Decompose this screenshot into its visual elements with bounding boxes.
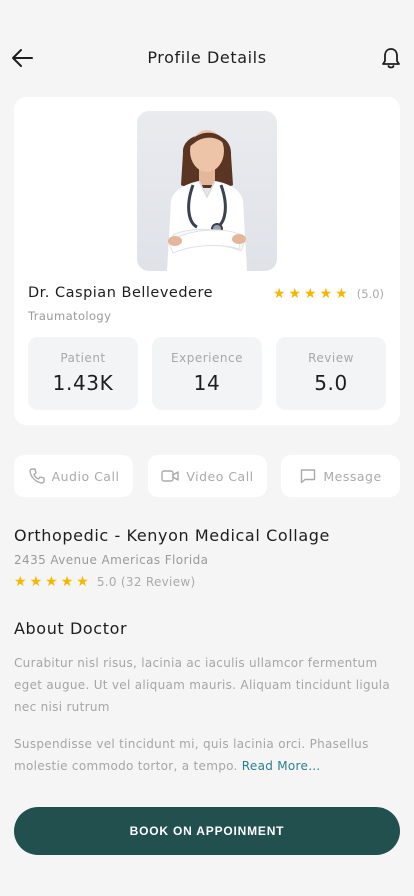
message-button[interactable]: Message	[281, 455, 400, 497]
message-icon	[301, 469, 316, 484]
stat-label: Patient	[60, 351, 106, 365]
doctor-rating: ★ ★ ★ ★ ★ (5.0)	[273, 287, 384, 301]
clinic-address: 2435 Avenue Americas Florida	[14, 553, 209, 567]
audio-call-button[interactable]: Audio Call	[14, 455, 133, 497]
stat-value: 5.0	[314, 371, 348, 395]
stat-label: Review	[308, 351, 354, 365]
star-icon: ★	[335, 286, 348, 302]
stat-patient: Patient 1.43K	[28, 337, 138, 410]
doctor-name: Dr. Caspian Bellevedere	[28, 285, 214, 301]
star-icon: ★	[14, 574, 27, 590]
header: Profile Details	[0, 38, 414, 78]
stat-value: 14	[193, 371, 221, 395]
star-icon: ★	[288, 286, 302, 302]
video-call-label: Video Call	[186, 468, 254, 484]
about-paragraph-1: Curabitur nisl risus, lacinia ac iaculis…	[14, 656, 391, 714]
read-more-link[interactable]: Read More…	[242, 759, 321, 773]
doctor-profile-card: Dr. Caspian Bellevedere Traumatology ★ ★…	[14, 97, 400, 425]
stat-review: Review 5.0	[276, 337, 386, 410]
book-appointment-button[interactable]: BOOK ON APPOINMENT	[14, 807, 400, 855]
doctor-specialty: Traumatology	[28, 309, 112, 323]
video-camera-icon	[161, 470, 180, 482]
notification-button[interactable]	[380, 46, 402, 70]
clinic-name: Orthopedic - Kenyon Medical Collage	[14, 526, 330, 545]
phone-icon	[28, 468, 45, 484]
video-call-button[interactable]: Video Call	[147, 455, 267, 497]
clinic-rating: ★ ★ ★ ★ ★ 5.0 (32 Review)	[14, 575, 195, 589]
stats-row: Patient 1.43K Experience 14 Review 5.0	[28, 337, 386, 410]
doctor-photo	[137, 111, 277, 271]
message-label: Message	[323, 468, 382, 484]
star-icon: ★	[272, 286, 286, 302]
star-icon: ★	[45, 574, 58, 590]
clinic-rating-text: 5.0 (32 Review)	[96, 575, 196, 589]
stat-experience: Experience 14	[152, 337, 262, 410]
star-icon: ★	[60, 574, 74, 590]
star-icon: ★	[76, 574, 89, 590]
star-icon: ★	[304, 286, 317, 302]
contact-actions: Audio Call Video Call Message	[14, 455, 400, 497]
audio-call-label: Audio Call	[51, 468, 120, 484]
about-paragraph-2: Suspendisse vel tincidunt mi, quis lacin…	[14, 733, 404, 777]
stat-value: 1.43K	[52, 371, 114, 395]
star-icon: ★	[29, 574, 43, 590]
page-title: Profile Details	[147, 48, 267, 67]
about-doctor-heading: About Doctor	[14, 619, 128, 638]
stat-label: Experience	[171, 351, 243, 365]
bell-icon	[382, 48, 400, 69]
star-icon: ★	[319, 286, 333, 302]
rating-value: (5.0)	[356, 287, 384, 301]
